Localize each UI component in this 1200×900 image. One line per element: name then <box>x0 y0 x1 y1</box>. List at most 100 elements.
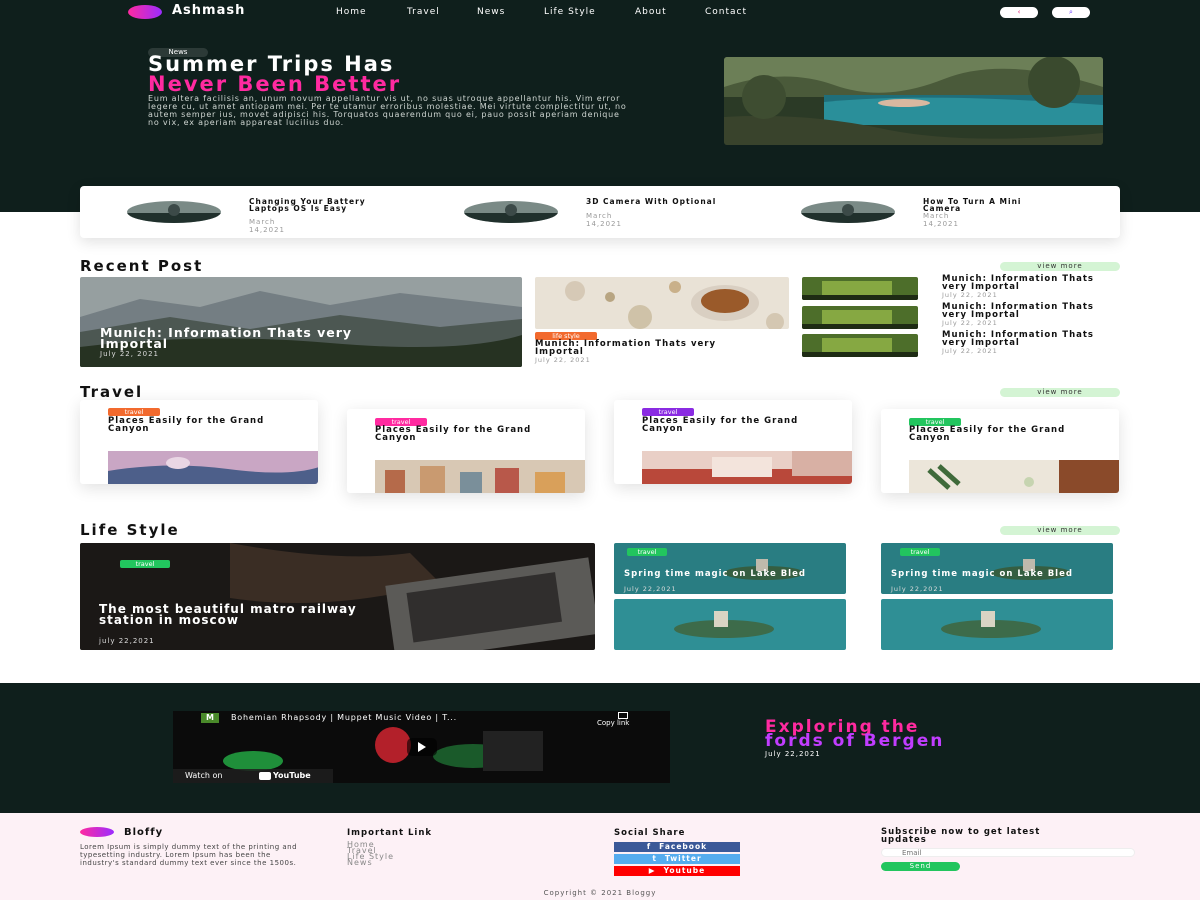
video-date: July 22,2021 <box>765 750 821 758</box>
recent-mid-image[interactable] <box>535 277 789 329</box>
video-title[interactable]: Bohemian Rhapsody | Muppet Music Video |… <box>231 713 457 722</box>
facebook-icon: f <box>646 842 652 851</box>
recent-side-thumb[interactable] <box>802 306 918 329</box>
travel-card[interactable]: travel Places Easily for the Grand Canyo… <box>881 409 1119 493</box>
featured-strip: Changing Your Battery Laptops OS Is Easy… <box>80 186 1120 238</box>
featured-thumb[interactable] <box>464 201 558 223</box>
footer-about: Lorem Ipsum is simply dummy text of the … <box>80 843 298 867</box>
travel-card[interactable]: travel Places Easily for the Grand Canyo… <box>347 409 585 493</box>
featured-date: March 14,2021 <box>586 212 622 228</box>
life-style-small-tag[interactable]: travel <box>900 548 940 556</box>
featured-title[interactable]: How To Turn A Mini Camera <box>923 198 1063 213</box>
featured-date: March 14,2021 <box>249 218 285 234</box>
life-style-small-image[interactable] <box>614 599 846 650</box>
travel-card-image[interactable] <box>108 451 318 484</box>
featured-title[interactable]: Changing Your Battery Laptops OS Is Easy <box>249 198 389 213</box>
travel-card-title[interactable]: Places Easily for the Grand Canyon <box>642 417 832 433</box>
copyright: Copyright © 2021 Bloggy <box>543 889 657 897</box>
play-icon[interactable] <box>407 738 437 756</box>
search-icon[interactable]: ⌕ <box>1052 7 1090 18</box>
life-style-small-card[interactable]: travel Spring time magic on Lake Bled Ju… <box>881 543 1113 594</box>
twitter-icon: t <box>652 854 657 863</box>
life-style-main-date: july 22,2021 <box>99 637 155 645</box>
featured-thumb[interactable] <box>801 201 895 223</box>
hero-title-line2: Never Been Better <box>148 72 402 96</box>
life-style-small-title[interactable]: Spring time magic on Lake Bled <box>891 570 1091 579</box>
video-heading-line2: fords of Bergen <box>765 731 945 751</box>
recent-side-title[interactable]: Munich: Information Thats very Importal <box>942 275 1122 291</box>
recent-side-title[interactable]: Munich: Information Thats very Importal <box>942 303 1122 319</box>
life-style-view-more-button[interactable]: view more <box>1000 526 1120 535</box>
hero-description: Eum altera facilisis an, unum novum appe… <box>148 94 627 127</box>
recent-main-title[interactable]: Munich: Information Thats very Importal <box>100 326 380 350</box>
footer-links-heading: Important Link <box>347 828 433 838</box>
life-style-small-card[interactable]: travel Spring time magic on Lake Bled Ju… <box>614 543 846 594</box>
life-style-main-card[interactable]: travel The most beautiful matro railway … <box>80 543 595 650</box>
youtube-icon <box>259 772 271 780</box>
footer-brand[interactable]: Bloffy <box>124 827 163 838</box>
recent-mid-date: July 22, 2021 <box>535 356 591 364</box>
hero-image[interactable] <box>724 57 1103 145</box>
footer-link-news[interactable]: News <box>347 859 373 867</box>
watch-on-label: Watch on <box>185 771 223 780</box>
send-button[interactable]: Send <box>881 862 960 871</box>
copy-link-icon[interactable] <box>618 712 628 719</box>
featured-thumb[interactable] <box>127 201 221 223</box>
nav-link-contact[interactable]: Contact <box>705 7 747 17</box>
travel-heading: Travel <box>80 383 144 401</box>
youtube-bar[interactable]: Watch on YouTube <box>173 769 333 783</box>
life-style-small-date: July 22,2021 <box>624 585 677 593</box>
email-field[interactable] <box>881 848 1135 857</box>
travel-view-more-button[interactable]: view more <box>1000 388 1120 397</box>
nav-link-home[interactable]: Home <box>336 7 367 17</box>
nav-link-about[interactable]: About <box>635 7 667 17</box>
recent-side-title[interactable]: Munich: Information Thats very Importal <box>942 331 1122 347</box>
travel-card[interactable]: travel Places Easily for the Grand Canyo… <box>80 400 318 484</box>
life-style-small-tag[interactable]: travel <box>627 548 667 556</box>
facebook-button[interactable]: f Facebook <box>614 842 740 852</box>
recent-main-card[interactable]: Munich: Information Thats very Importal … <box>80 277 522 367</box>
twitter-button[interactable]: t Twitter <box>614 854 740 864</box>
recent-side-thumb[interactable] <box>802 334 918 357</box>
footer-logo-icon[interactable] <box>80 827 114 837</box>
travel-card-image[interactable] <box>375 460 585 493</box>
subscribe-heading: Subscribe now to get latest updates <box>881 827 1041 845</box>
travel-card-title[interactable]: Places Easily for the Grand Canyon <box>375 426 565 442</box>
recent-side-date: July 22, 2021 <box>942 319 998 327</box>
social-share-heading: Social Share <box>614 828 686 838</box>
logo-icon[interactable] <box>128 5 162 19</box>
recent-side-thumb[interactable] <box>802 277 918 300</box>
nav-link-news[interactable]: News <box>477 7 505 17</box>
video-channel-logo[interactable]: M <box>201 713 219 723</box>
youtube-icon: ▶ <box>648 866 656 875</box>
hero-section: Ashmash Home Travel News Life Style Abou… <box>0 0 1200 212</box>
travel-card-image[interactable] <box>909 460 1119 493</box>
travel-card-image[interactable] <box>642 451 852 484</box>
copy-link-button[interactable]: Copy link <box>597 719 629 727</box>
featured-date: March 14,2021 <box>923 212 959 228</box>
travel-card[interactable]: travel Places Easily for the Grand Canyo… <box>614 400 852 484</box>
recent-side-date: July 22, 2021 <box>942 347 998 355</box>
travel-card-title[interactable]: Places Easily for the Grand Canyon <box>909 426 1099 442</box>
recent-side-date: July 22, 2021 <box>942 291 998 299</box>
travel-card-title[interactable]: Places Easily for the Grand Canyon <box>108 417 298 433</box>
brand-name[interactable]: Ashmash <box>172 3 245 18</box>
travel-card-tag[interactable]: travel <box>642 408 694 416</box>
recent-main-date: July 22, 2021 <box>100 350 159 358</box>
life-style-main-title[interactable]: The most beautiful matro railway station… <box>99 603 379 626</box>
recent-mid-title[interactable]: Munich: Information Thats very Importal <box>535 340 735 356</box>
travel-card-tag[interactable]: travel <box>108 408 160 416</box>
life-style-main-tag[interactable]: travel <box>120 560 170 568</box>
video-player[interactable]: M Bohemian Rhapsody | Muppet Music Video… <box>173 711 670 783</box>
life-style-small-title[interactable]: Spring time magic on Lake Bled <box>624 570 824 579</box>
life-style-small-image[interactable] <box>881 599 1113 650</box>
nav-link-life-style[interactable]: Life Style <box>544 7 596 17</box>
life-style-heading: Life Style <box>80 521 180 539</box>
featured-title[interactable]: 3D Camera With Optional <box>586 198 726 206</box>
nav-link-travel[interactable]: Travel <box>407 7 440 17</box>
youtube-label: YouTube <box>273 771 311 780</box>
life-style-small-date: July 22,2021 <box>891 585 944 593</box>
recent-view-more-button[interactable]: view more <box>1000 262 1120 271</box>
youtube-button[interactable]: ▶ Youtube <box>614 866 740 876</box>
share-icon[interactable]: ‹ <box>1000 7 1038 18</box>
